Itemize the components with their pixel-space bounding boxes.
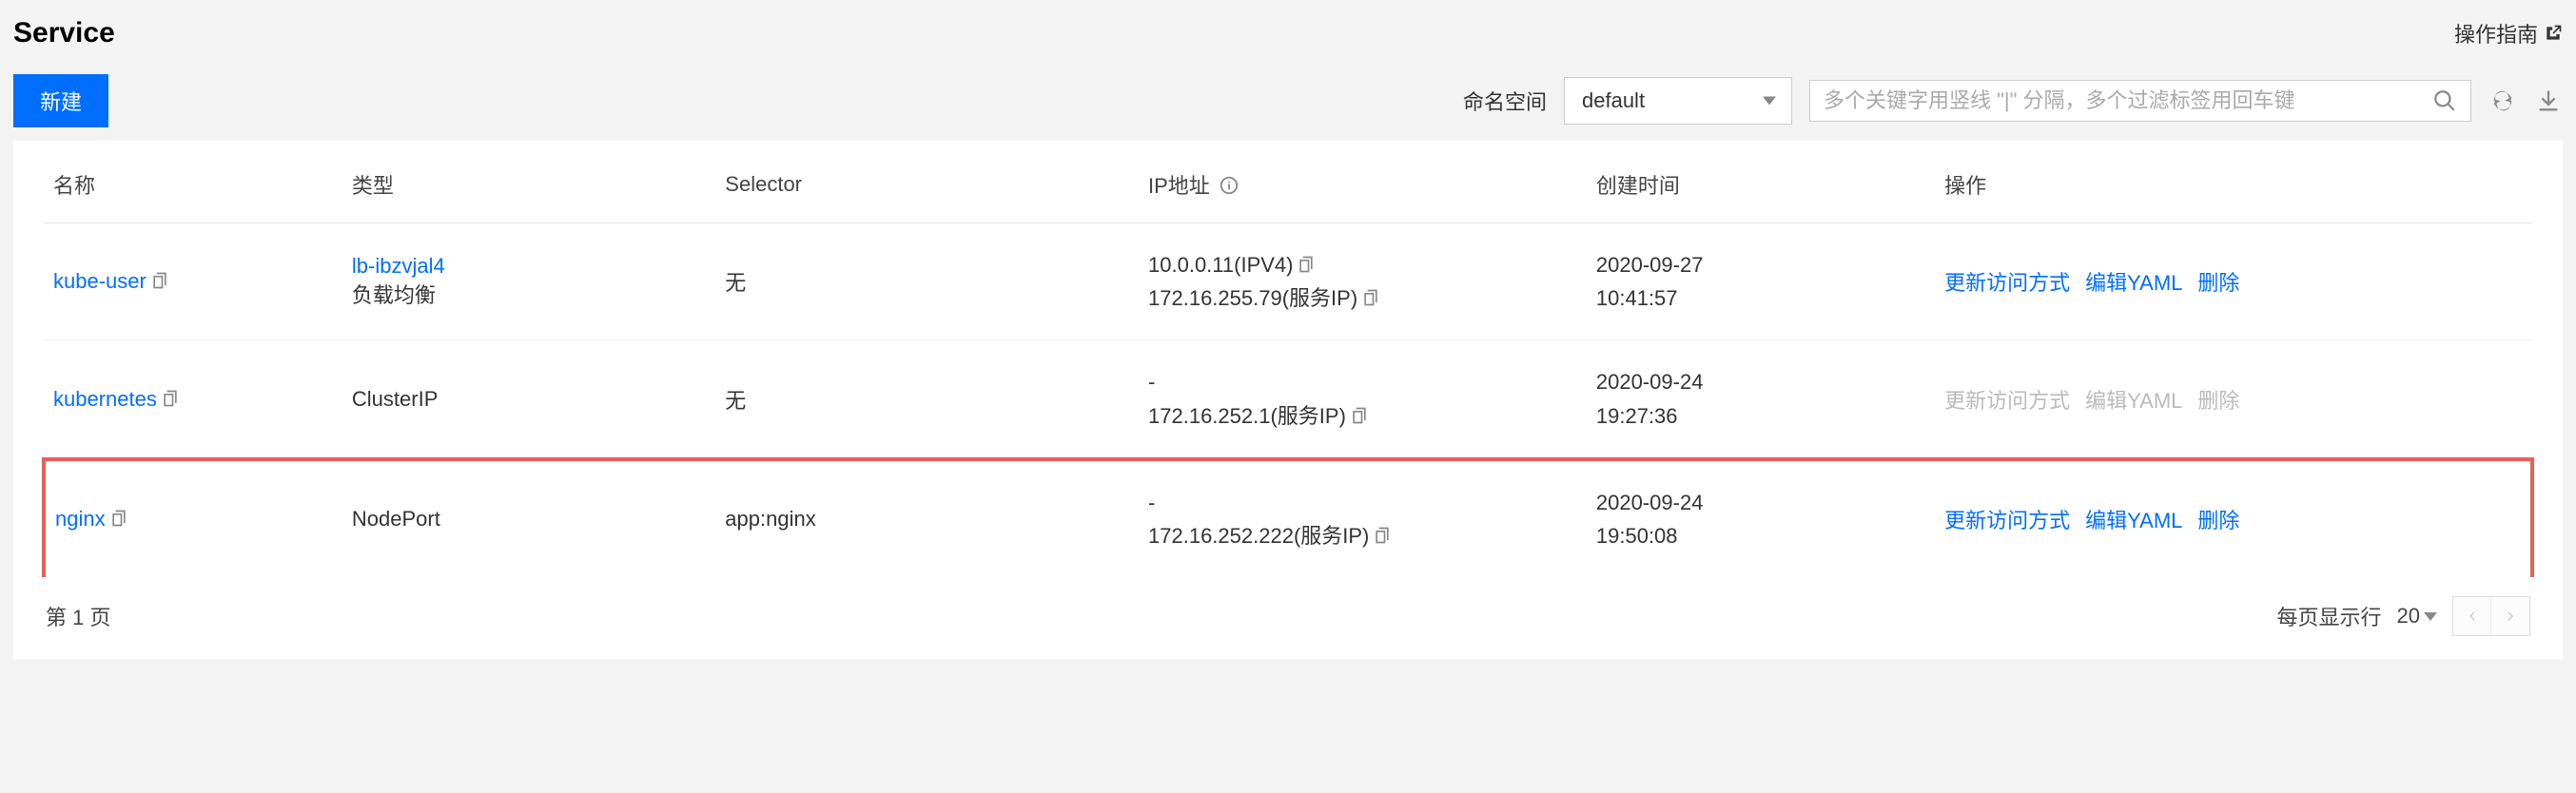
selector-text: 无 — [715, 340, 1139, 459]
table-row: kube-user lb-ibzvjal4负载均衡无 10.0.0.11(IPV4)… — [44, 223, 2532, 340]
copy-icon[interactable] — [109, 509, 128, 528]
namespace-value: default — [1582, 88, 1645, 113]
type-text: 负载均衡 — [352, 279, 706, 309]
table-row: kubernetes ClusterIP 无-172.16.252.1(服务IP) 2… — [44, 340, 2532, 459]
col-actions: 操作 — [1935, 169, 2532, 223]
created-time: 19:27:36 — [1596, 399, 1925, 433]
col-name: 名称 — [44, 169, 342, 223]
refresh-button[interactable] — [2488, 87, 2517, 115]
selector-text: 无 — [715, 223, 1139, 340]
update-access-action[interactable]: 更新访问方式 — [1944, 509, 2070, 532]
created-date: 2020-09-24 — [1596, 365, 1925, 398]
page-size-select[interactable]: 20 — [2397, 604, 2437, 629]
chevron-down-icon — [2424, 612, 2437, 621]
lb-link[interactable]: lb-ibzvjal4 — [352, 254, 706, 279]
ip-line: - — [1148, 486, 1577, 519]
namespace-label: 命名空间 — [1463, 86, 1547, 116]
update-access-action[interactable]: 更新访问方式 — [1944, 389, 2070, 413]
help-guide-label: 操作指南 — [2454, 18, 2538, 48]
type-text: ClusterIP — [352, 387, 706, 412]
update-access-action[interactable]: 更新访问方式 — [1944, 271, 2070, 295]
page-size-value: 20 — [2397, 604, 2420, 629]
created-date: 2020-09-27 — [1596, 248, 1925, 281]
delete-action[interactable]: 删除 — [2197, 509, 2239, 532]
external-link-icon — [2544, 24, 2563, 43]
copy-icon[interactable] — [161, 389, 180, 408]
table-row: nginx NodePort app:nginx-172.16.252.222(服务… — [44, 459, 2532, 577]
chevron-right-icon — [2504, 609, 2517, 623]
prev-page-button[interactable] — [2453, 597, 2491, 635]
selector-text: app:nginx — [715, 459, 1139, 577]
type-text: NodePort — [352, 507, 706, 532]
copy-icon[interactable] — [1350, 406, 1369, 425]
chevron-left-icon — [2466, 609, 2479, 623]
ip-line: 172.16.252.1(服务IP) — [1148, 399, 1577, 433]
page-indicator: 第 1 页 — [46, 601, 110, 631]
edit-yaml-action[interactable]: 编辑YAML — [2085, 389, 2182, 413]
namespace-select[interactable]: default — [1564, 77, 1792, 125]
search-icon[interactable] — [2432, 88, 2457, 113]
copy-icon[interactable] — [1297, 255, 1316, 274]
created-time: 19:50:08 — [1596, 519, 1925, 552]
info-icon[interactable] — [1219, 175, 1239, 196]
col-created: 创建时间 — [1587, 169, 1935, 223]
delete-action[interactable]: 删除 — [2197, 389, 2239, 413]
service-name-link[interactable]: kubernetes — [53, 387, 157, 411]
edit-yaml-action[interactable]: 编辑YAML — [2085, 509, 2182, 532]
help-guide-link[interactable]: 操作指南 — [2454, 18, 2563, 48]
edit-yaml-action[interactable]: 编辑YAML — [2085, 271, 2182, 295]
table-header-row: 名称 类型 Selector IP地址 创建时间 操作 — [44, 169, 2532, 223]
page-title: Service — [13, 17, 115, 49]
col-selector: Selector — [715, 169, 1139, 223]
download-button[interactable] — [2534, 87, 2563, 115]
create-button[interactable]: 新建 — [13, 74, 108, 127]
delete-action[interactable]: 删除 — [2197, 271, 2239, 295]
download-icon — [2535, 87, 2562, 114]
copy-icon[interactable] — [1361, 288, 1380, 307]
next-page-button[interactable] — [2491, 597, 2529, 635]
refresh-icon — [2489, 87, 2516, 114]
col-ip: IP地址 — [1139, 169, 1587, 223]
created-date: 2020-09-24 — [1596, 486, 1925, 519]
copy-icon[interactable] — [1373, 526, 1392, 545]
created-time: 10:41:57 — [1596, 281, 1925, 315]
service-name-link[interactable]: kube-user — [53, 269, 146, 293]
ip-line: 172.16.255.79(服务IP) — [1148, 281, 1577, 315]
copy-icon[interactable] — [150, 271, 169, 290]
search-input[interactable] — [1824, 88, 2432, 113]
ip-line: 10.0.0.11(IPV4) — [1148, 248, 1577, 281]
pager — [2452, 596, 2530, 636]
service-name-link[interactable]: nginx — [55, 507, 106, 531]
ip-line: - — [1148, 365, 1577, 398]
col-type: 类型 — [342, 169, 715, 223]
ip-line: 172.16.252.222(服务IP) — [1148, 519, 1577, 552]
page-size-label: 每页显示行 — [2277, 601, 2382, 631]
search-box — [1809, 80, 2471, 122]
